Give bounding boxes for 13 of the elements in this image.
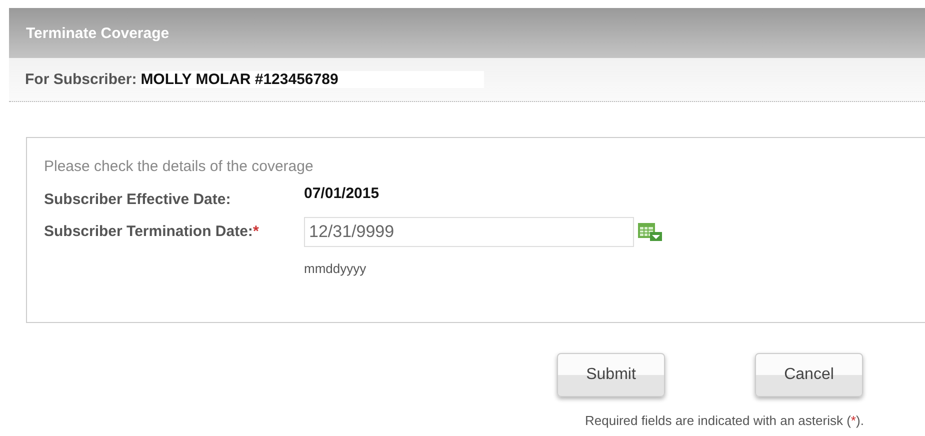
- field-label: Subscriber Effective Date:: [44, 190, 232, 207]
- submit-button[interactable]: Submit: [557, 353, 665, 397]
- cancel-button[interactable]: Cancel: [755, 353, 863, 397]
- subscriber-name: MOLLY MOLAR #123456789: [140, 71, 484, 88]
- calendar-icon[interactable]: [638, 223, 662, 241]
- field-label: Subscriber Termination Date:*: [44, 222, 260, 242]
- required-fields-note: Required fields are indicated with an asterisk (*).: [585, 413, 865, 428]
- date-field[interactable]: 12/31/9999: [304, 217, 634, 247]
- date-format-hint: mmddyyyy: [304, 261, 368, 276]
- window-title: Terminate Coverage: [26, 24, 170, 42]
- field-value: 07/01/2015: [304, 185, 380, 204]
- intro-text: Please check the details of the coverage: [44, 158, 314, 175]
- subscriber-label: For Subscriber:: [25, 71, 137, 88]
